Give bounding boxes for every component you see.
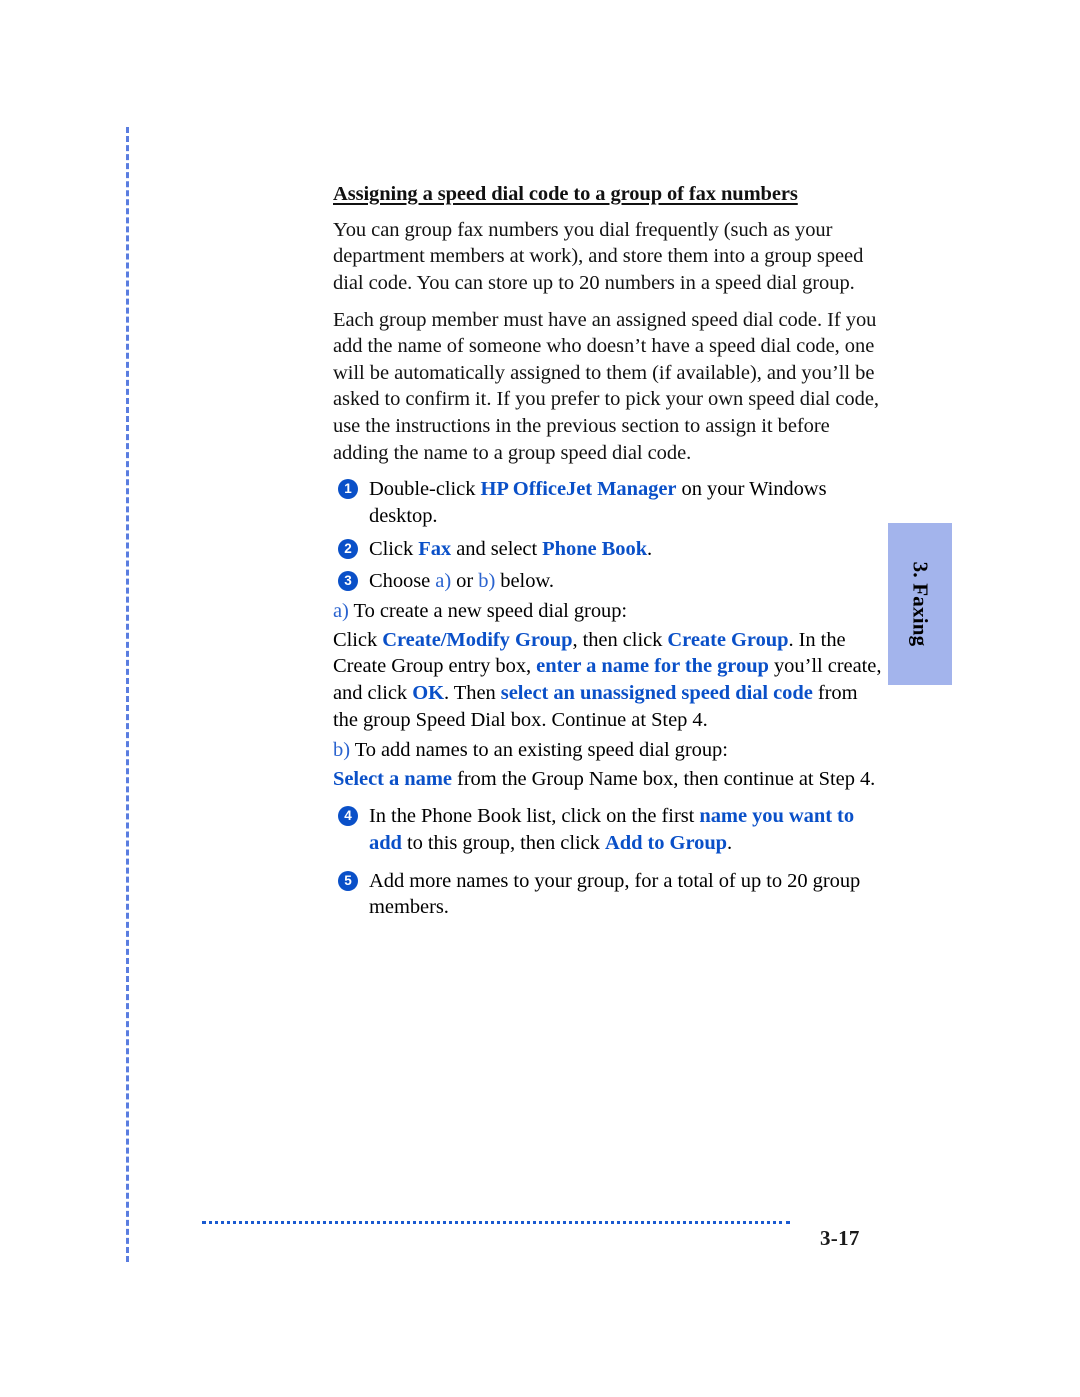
substep-b: b) To add names to an existing speed dia… [333,737,885,792]
body-text-run: . Then [444,681,501,704]
body-text-run: Double-click [369,478,481,501]
ui-label-emphasis: Fax [418,537,452,560]
substep-a: a) To create a new speed dial group: Cli… [333,598,885,733]
step-3: 3 Choose a) or b) below. [333,568,885,595]
step-text: Choose a) or b) below. [369,570,554,592]
body-text-run: , then click [572,628,668,651]
substep-b-marker: b) [333,739,350,762]
body-text-run: or [451,570,479,593]
step-1: 1 Double-click HP OfficeJet Manager on y… [333,476,885,529]
step-text: In the Phone Book list, click on the fir… [369,805,854,854]
substep-reference: b) [478,570,496,593]
ui-label-emphasis: Create Group [667,628,789,651]
step-number-badge: 4 [338,806,358,827]
left-margin-dashed-rule [126,127,129,1262]
page-content-column: Assigning a speed dial code to a group o… [333,182,885,927]
substep-b-body: Select a name from the Group Name box, t… [333,766,885,793]
substep-a-body: Click Create/Modify Group, then click Cr… [333,627,885,734]
step-text: Click Fax and select Phone Book. [369,538,652,560]
body-text-run: . [647,537,653,560]
substep-a-lead-text: To create a new speed dial group: [348,599,628,622]
procedure-steps-bottom: 4 In the Phone Book list, click on the f… [333,803,885,921]
intro-paragraph-2: Each group member must have an assigned … [333,308,879,464]
substep-a-lead: a) To create a new speed dial group: [333,598,885,625]
body-text-run: and select [451,537,543,560]
step-number-badge: 2 [338,538,358,559]
ui-label-emphasis: Select a name [333,767,452,790]
ui-label-emphasis: select an unassigned speed dial code [500,681,813,704]
substep-reference: a) [435,570,452,593]
step-4: 4 In the Phone Book list, click on the f… [333,803,885,856]
footer-dotted-rule [202,1221,790,1224]
section-heading: Assigning a speed dial code to a group o… [333,183,798,205]
ui-label-emphasis: Add to Group [604,832,728,855]
substep-a-marker: a) [333,599,349,622]
intro-paragraph-1: You can group fax numbers you dial frequ… [333,218,864,294]
chapter-thumb-tab-label: 3. Faxing [908,561,933,647]
ui-label-emphasis: HP OfficeJet Manager [480,478,677,501]
body-text-run: In the Phone Book list, click on the fir… [369,805,700,828]
body-text-run: to this group, then click [401,832,605,855]
body-text-run: . [727,832,733,855]
substep-b-lead-text: To add names to an existing speed dial g… [349,739,728,762]
substep-b-lead: b) To add names to an existing speed dia… [333,737,885,764]
body-text-run: below. [495,570,554,593]
step-number-badge: 3 [338,571,358,592]
step-2: 2 Click Fax and select Phone Book. [333,536,885,563]
body-text-run: Choose [369,570,436,593]
ui-label-emphasis: Create/Modify Group [382,628,573,651]
body-text-run: from the Group Name box, then continue a… [451,767,876,790]
chapter-thumb-tab: 3. Faxing [888,523,952,685]
ui-label-emphasis: Phone Book [542,537,648,560]
step-text: Add more names to your group, for a tota… [369,870,860,919]
step-text: Double-click HP OfficeJet Manager on you… [369,478,827,527]
body-text-run: Click [333,628,383,651]
page-number: 3-17 [820,1226,860,1250]
body-text-run: Add more names to your group, for a tota… [369,869,861,919]
ui-label-emphasis: OK [412,681,444,704]
document-page: 3. Faxing Assigning a speed dial code to… [0,0,1080,1397]
body-text-run: Click [369,537,419,560]
step-5: 5 Add more names to your group, for a to… [333,868,885,921]
ui-label-emphasis: enter a name for the group [536,655,769,678]
procedure-steps-top: 1 Double-click HP OfficeJet Manager on y… [333,476,885,595]
step-number-badge: 1 [338,479,358,500]
step-number-badge: 5 [338,870,358,891]
